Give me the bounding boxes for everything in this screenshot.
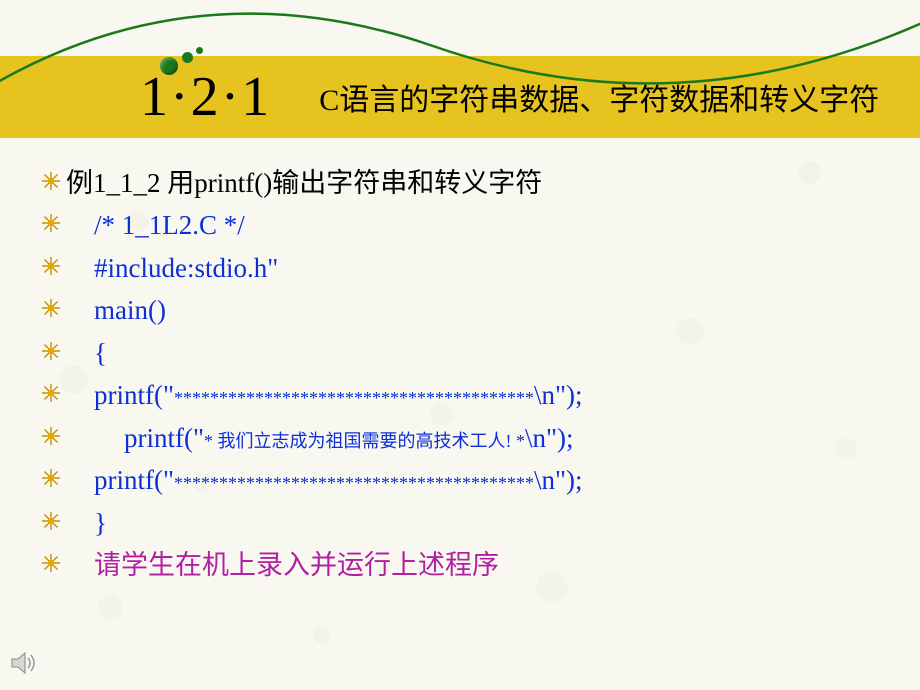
bullet-icon (40, 170, 62, 192)
bullet-icon (40, 297, 62, 319)
bullet-icon (40, 425, 62, 447)
content-line: } (40, 505, 890, 541)
content-line: printf("********************************… (40, 462, 890, 498)
line-text: 请学生在机上录入并运行上述程序 (66, 547, 499, 583)
printf-suffix: \n"); (534, 465, 583, 495)
line-text: /* 1_1L2.C */ (66, 207, 245, 243)
content-line: #include:stdio.h" (40, 250, 890, 286)
line-text: { (66, 335, 107, 371)
bullet-icon (40, 552, 62, 574)
bullet-icon (40, 212, 62, 234)
speaker-icon[interactable] (10, 650, 40, 676)
slide-content: 例1_1_2 用printf()输出字符串和转义字符 /* 1_1L2.C */… (40, 165, 890, 589)
printf-prefix: printf(" (94, 380, 174, 410)
printf-content: **************************************** (174, 473, 534, 493)
line-text: 例1_1_2 用printf()输出字符串和转义字符 (66, 165, 542, 201)
decorative-curve (0, 0, 920, 150)
printf-prefix: printf(" (124, 423, 204, 453)
printf-suffix: \n"); (534, 380, 583, 410)
bullet-icon (40, 255, 62, 277)
content-line: { (40, 335, 890, 371)
printf-suffix: \n"); (525, 423, 574, 453)
bullet-icon (40, 382, 62, 404)
line-text: } (66, 505, 107, 541)
decor-node-icon (160, 57, 178, 75)
content-line: 例1_1_2 用printf()输出字符串和转义字符 (40, 165, 890, 201)
line-text: printf("********************************… (66, 462, 583, 498)
content-line: printf("********************************… (40, 377, 890, 413)
bullet-icon (40, 510, 62, 532)
content-line: 请学生在机上录入并运行上述程序 (40, 547, 890, 583)
printf-content: * 我们立志成为祖国需要的高技术工人! * (204, 431, 525, 451)
decor-node-icon (182, 52, 193, 63)
line-text: printf("* 我们立志成为祖国需要的高技术工人! *\n"); (66, 420, 574, 456)
content-line: printf("* 我们立志成为祖国需要的高技术工人! *\n"); (40, 420, 890, 456)
bullet-icon (40, 340, 62, 362)
printf-prefix: printf(" (94, 465, 174, 495)
line-text: main() (66, 292, 166, 328)
line-text: printf("********************************… (66, 377, 583, 413)
content-line: main() (40, 292, 890, 328)
decor-node-icon (196, 47, 203, 54)
content-line: /* 1_1L2.C */ (40, 207, 890, 243)
printf-content: **************************************** (174, 388, 534, 408)
bullet-icon (40, 467, 62, 489)
line-text: #include:stdio.h" (66, 250, 278, 286)
